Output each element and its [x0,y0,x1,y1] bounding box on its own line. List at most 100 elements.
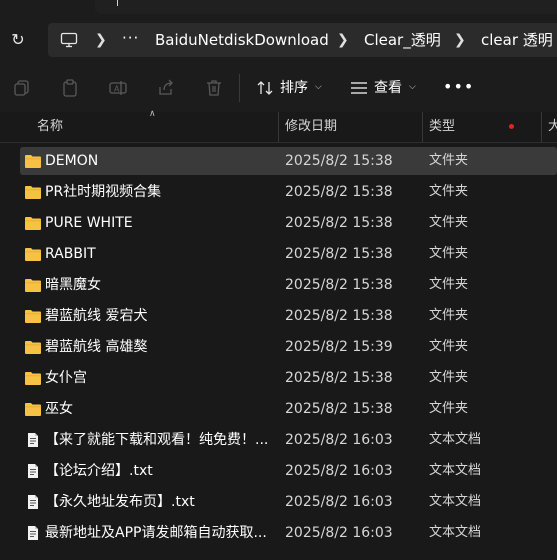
title-strip [0,0,557,16]
file-name: 【论坛介绍】.txt [45,463,153,479]
chevron-down-icon[interactable]: ⌵ [409,64,416,112]
sort-ascending-icon: ∧ [149,109,156,119]
tab-edge [95,0,557,14]
view-icon[interactable] [349,78,369,98]
file-name: 碧蓝航线 高雄獒 [45,339,148,355]
breadcrumb-chevron-icon[interactable]: ❯ [337,23,349,57]
file-name: PURE WHITE [45,215,133,231]
file-name: 最新地址及APP请发邮箱自动获取... [45,525,267,541]
file-type: 文件夹 [429,153,469,168]
address-bar-area: ↻ ❯ ··· BaiduNetdiskDownload ❯ Clear_透明 … [0,16,557,64]
text-document-icon [28,464,38,478]
column-divider[interactable] [422,112,423,142]
column-header-name[interactable]: 名称 [37,112,63,142]
notification-dot [509,124,514,129]
sort-icon[interactable] [255,78,275,98]
folder-icon [25,372,41,385]
file-date: 2025/8/2 16:03 [285,525,393,541]
file-row[interactable]: 暗黑魔女 2025/8/2 15:38 文件夹 [20,271,557,299]
file-row[interactable]: 巫女 2025/8/2 15:38 文件夹 [20,395,557,423]
file-row[interactable]: RABBIT 2025/8/2 15:38 文件夹 [20,240,557,268]
svg-text:A: A [114,85,120,94]
folder-icon [25,310,41,323]
file-type: 文件夹 [429,184,469,199]
column-divider[interactable] [541,112,542,142]
toolbar-divider [239,74,240,102]
file-type: 文件夹 [429,370,469,385]
sort-button[interactable]: 排序 [280,64,308,112]
file-type: 文本文档 [429,463,482,478]
command-bar: A 排序 ⌵ 查看 ⌵ ••• [0,64,557,112]
file-row[interactable]: 碧蓝航线 高雄獒 2025/8/2 15:39 文件夹 [20,333,557,361]
file-date: 2025/8/2 15:38 [285,153,393,169]
file-row[interactable]: 【论坛介绍】.txt 2025/8/2 16:03 文本文档 [20,457,557,485]
column-divider[interactable] [278,112,279,142]
file-name: 碧蓝航线 爱宕犬 [45,308,148,324]
file-date: 2025/8/2 15:39 [285,339,393,355]
file-type: 文本文档 [429,432,482,447]
file-date: 2025/8/2 15:38 [285,308,393,324]
file-row[interactable]: 女仆宫 2025/8/2 15:38 文件夹 [20,364,557,392]
file-row[interactable]: 【永久地址发布页】.txt 2025/8/2 16:03 文本文档 [20,488,557,516]
file-name: 【来了就能下载和观看！纯免费！... [45,432,269,448]
file-name: DEMON [45,153,99,169]
file-date: 2025/8/2 16:03 [285,432,393,448]
file-row[interactable]: PURE WHITE 2025/8/2 15:38 文件夹 [20,209,557,237]
text-document-icon [28,433,38,447]
column-header-size[interactable]: 大 [548,112,557,142]
copy-icon[interactable] [12,78,32,98]
breadcrumb-item[interactable]: BaiduNetdiskDownload [155,23,329,57]
breadcrumb-item[interactable]: Clear_透明 [364,23,441,57]
file-type: 文件夹 [429,308,469,323]
breadcrumb-overflow[interactable]: ··· [122,23,139,57]
file-type: 文件夹 [429,246,469,261]
file-name: 暗黑魔女 [45,277,101,293]
file-date: 2025/8/2 15:38 [285,370,393,386]
file-date: 2025/8/2 16:03 [285,494,393,510]
file-type: 文本文档 [429,525,482,540]
file-type: 文件夹 [429,215,469,230]
paste-icon[interactable] [60,78,80,98]
delete-icon[interactable] [204,78,224,98]
file-type: 文本文档 [429,494,482,509]
file-type: 文件夹 [429,339,469,354]
breadcrumb-item[interactable]: clear 透明 [481,23,553,57]
file-row[interactable]: 碧蓝航线 爱宕犬 2025/8/2 15:38 文件夹 [20,302,557,330]
file-row[interactable]: PR社时期视频合集 2025/8/2 15:38 文件夹 [20,178,557,206]
more-options-button[interactable]: ••• [443,64,474,112]
file-date: 2025/8/2 15:38 [285,215,393,231]
file-row[interactable]: DEMON 2025/8/2 15:38 文件夹 [20,147,557,175]
chevron-down-icon[interactable]: ⌵ [315,64,322,112]
file-date: 2025/8/2 16:03 [285,463,393,479]
text-document-icon [28,495,38,509]
share-icon[interactable] [156,78,176,98]
address-bar[interactable]: ❯ ··· BaiduNetdiskDownload ❯ Clear_透明 ❯ … [48,23,557,57]
breadcrumb-chevron-icon[interactable]: ❯ [95,23,107,57]
file-date: 2025/8/2 15:38 [285,246,393,262]
text-document-icon [28,526,38,540]
folder-icon [25,248,41,261]
folder-icon [25,279,41,292]
column-header-type[interactable]: 类型 [429,112,455,142]
file-name: RABBIT [45,246,96,262]
file-name: 巫女 [45,401,73,417]
file-row[interactable]: 【来了就能下载和观看！纯免费！... 2025/8/2 16:03 文本文档 [20,426,557,454]
file-name: 【永久地址发布页】.txt [45,494,195,510]
refresh-icon[interactable]: ↻ [8,30,28,50]
file-name: PR社时期视频合集 [45,184,162,200]
view-button[interactable]: 查看 [374,64,402,112]
text-caret [117,0,118,6]
file-date: 2025/8/2 15:38 [285,184,393,200]
file-name: 女仆宫 [45,370,87,386]
folder-icon [25,217,41,230]
folder-icon [25,341,41,354]
file-date: 2025/8/2 15:38 [285,401,393,417]
file-row[interactable]: 最新地址及APP请发邮箱自动获取... 2025/8/2 16:03 文本文档 [20,519,557,547]
rename-icon[interactable]: A [108,78,128,98]
column-header-date[interactable]: 修改日期 [285,112,337,142]
breadcrumb-chevron-icon[interactable]: ❯ [454,23,466,57]
folder-icon [25,403,41,416]
folder-icon [25,155,41,168]
column-header-row: ∧ 名称 修改日期 类型 大 [0,109,557,143]
this-pc-icon[interactable] [60,31,78,49]
